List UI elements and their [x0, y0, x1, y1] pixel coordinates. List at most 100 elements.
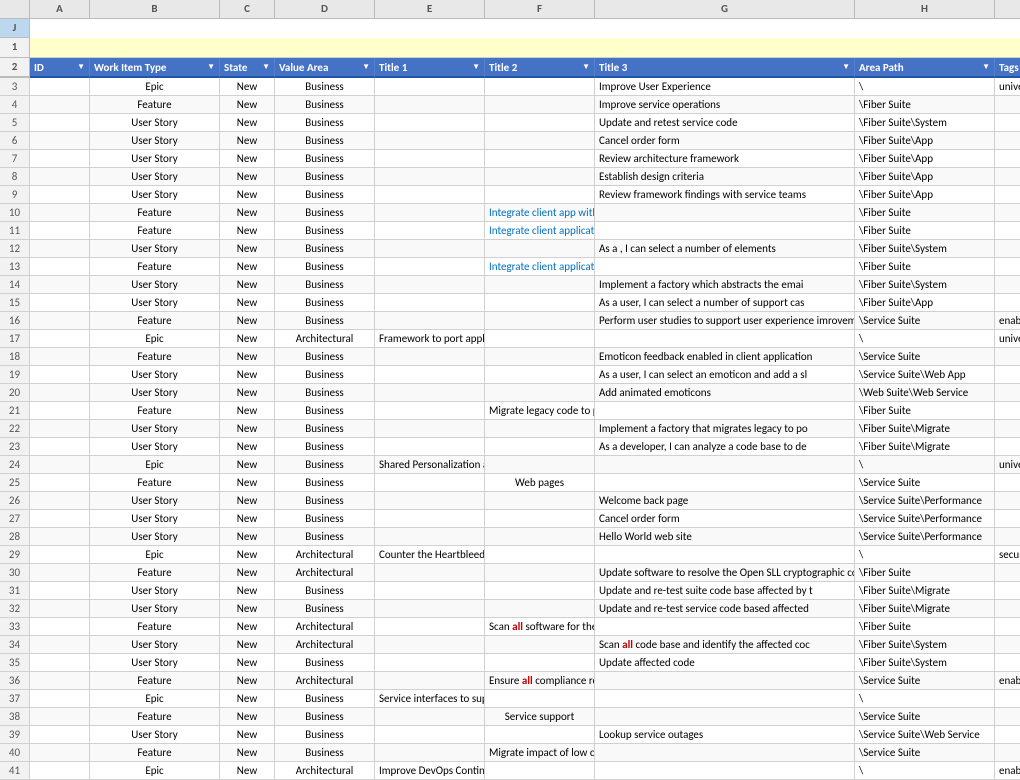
cell-id: [30, 366, 90, 384]
col-header-title2[interactable]: Title 2 ▼: [485, 58, 595, 78]
cell-title1: [375, 294, 485, 312]
cell-title3: Review architecture framework: [595, 150, 855, 168]
cell-state: New: [220, 222, 275, 240]
cell-tags: [995, 708, 1020, 726]
col-header-value-area[interactable]: Value Area ▼: [275, 58, 375, 78]
cell-title3: [595, 330, 855, 348]
col-header-state[interactable]: State ▼: [220, 58, 275, 78]
cell-title1: [375, 672, 485, 690]
col-letter-i[interactable]: I: [995, 0, 1020, 19]
cell-state: New: [220, 726, 275, 744]
cell-title2: [485, 564, 595, 582]
col-letter-g[interactable]: G: [595, 0, 855, 19]
cell-value-area: Architectural: [275, 672, 375, 690]
col-header-tags[interactable]: Tags ▼: [995, 58, 1020, 78]
col-letter-c[interactable]: C: [220, 0, 275, 19]
row-number: 13: [0, 258, 30, 276]
cell-work-type: User Story: [90, 654, 220, 672]
table-row: 18FeatureNewBusinessEmoticon feedback en…: [0, 348, 1020, 366]
cell-tags: [995, 240, 1020, 258]
filter-arrow-wit[interactable]: ▼: [207, 62, 215, 72]
cell-title2: [485, 168, 595, 186]
filter-arrow-ap[interactable]: ▼: [982, 62, 990, 72]
col-letter-e[interactable]: E: [375, 0, 485, 19]
table-row: 8User StoryNewBusinessEstablish design c…: [0, 168, 1020, 186]
data-rows-container: 3EpicNewBusinessImprove User Experience\…: [0, 78, 1020, 780]
col-letter-h[interactable]: H: [855, 0, 995, 19]
cell-work-type: Feature: [90, 258, 220, 276]
filter-arrow-t3[interactable]: ▼: [842, 62, 850, 72]
cell-title2: [485, 366, 595, 384]
cell-title2: [485, 492, 595, 510]
cell-tags: [995, 366, 1020, 384]
filter-arrow-id[interactable]: ▼: [77, 62, 85, 72]
cell-title1: [375, 186, 485, 204]
table-row: 20User StoryNewBusinessAdd animated emot…: [0, 384, 1020, 402]
cell-area-path: \Service Suite: [855, 474, 995, 492]
cell-value-area: Architectural: [275, 618, 375, 636]
table-row: 38FeatureNewBusinessService support\Serv…: [0, 708, 1020, 726]
cell-title2: [485, 582, 595, 600]
cell-title1: [375, 492, 485, 510]
table-row: 15User StoryNewBusinessAs a user, I can …: [0, 294, 1020, 312]
cell-area-path: \: [855, 330, 995, 348]
cell-work-type: User Story: [90, 600, 220, 618]
row-number: 31: [0, 582, 30, 600]
cell-tags: [995, 528, 1020, 546]
row-number: 7: [0, 150, 30, 168]
col-letter-f[interactable]: F: [485, 0, 595, 19]
col-header-title3[interactable]: Title 3 ▼: [595, 58, 855, 78]
cell-state: New: [220, 114, 275, 132]
cell-id: [30, 528, 90, 546]
cell-title1: [375, 564, 485, 582]
cell-title3: [595, 222, 855, 240]
cell-title1: [375, 528, 485, 546]
cell-id: [30, 114, 90, 132]
cell-work-type: User Story: [90, 492, 220, 510]
col-letter-j[interactable]: J: [0, 19, 30, 38]
cell-id: [30, 510, 90, 528]
table-row: 16FeatureNewBusinessPerform user studies…: [0, 312, 1020, 330]
filter-arrow-va[interactable]: ▼: [362, 62, 370, 72]
cell-title2: Scan all software for the Open SLL crypt…: [485, 618, 595, 636]
row-number: 36: [0, 672, 30, 690]
cell-value-area: Business: [275, 654, 375, 672]
column-letters-row: A B C D E F G H I J: [0, 0, 1020, 38]
cell-tags: [995, 258, 1020, 276]
cell-work-type: Epic: [90, 762, 220, 780]
cell-id: [30, 168, 90, 186]
cell-id: [30, 726, 90, 744]
col-header-id[interactable]: ID ▼: [30, 58, 90, 78]
cell-id: [30, 96, 90, 114]
row-number: 30: [0, 564, 30, 582]
cell-area-path: \Fiber Suite\System: [855, 114, 995, 132]
filter-arrow-t2[interactable]: ▼: [582, 62, 590, 72]
col-header-title1[interactable]: Title 1 ▼: [375, 58, 485, 78]
cell-title2: [485, 330, 595, 348]
cell-tags: [995, 618, 1020, 636]
col-header-area-path[interactable]: Area Path ▼: [855, 58, 995, 78]
filter-arrow-t1[interactable]: ▼: [472, 62, 480, 72]
row-number: 6: [0, 132, 30, 150]
cell-state: New: [220, 420, 275, 438]
cell-area-path: \: [855, 762, 995, 780]
cell-area-path: \Fiber Suite\Migrate: [855, 582, 995, 600]
cell-title2: [485, 132, 595, 150]
cell-title2: Integrate client application with popula…: [485, 258, 595, 276]
table-row: 21FeatureNewBusinessMigrate legacy code …: [0, 402, 1020, 420]
cell-state: New: [220, 312, 275, 330]
col-letter-a[interactable]: A: [30, 0, 90, 19]
col-letter-d[interactable]: D: [275, 0, 375, 19]
col-header-work-item-type[interactable]: Work Item Type ▼: [90, 58, 220, 78]
cell-area-path: \Fiber Suite: [855, 618, 995, 636]
cell-area-path: \: [855, 456, 995, 474]
table-row: 3EpicNewBusinessImprove User Experience\…: [0, 78, 1020, 96]
cell-title1: [375, 420, 485, 438]
col-letter-b[interactable]: B: [90, 0, 220, 19]
cell-work-type: Feature: [90, 96, 220, 114]
table-row: 39User StoryNewBusinessLookup service ou…: [0, 726, 1020, 744]
cell-title2: [485, 96, 595, 114]
cell-id: [30, 258, 90, 276]
cell-title1: [375, 510, 485, 528]
filter-arrow-state[interactable]: ▼: [262, 62, 270, 72]
